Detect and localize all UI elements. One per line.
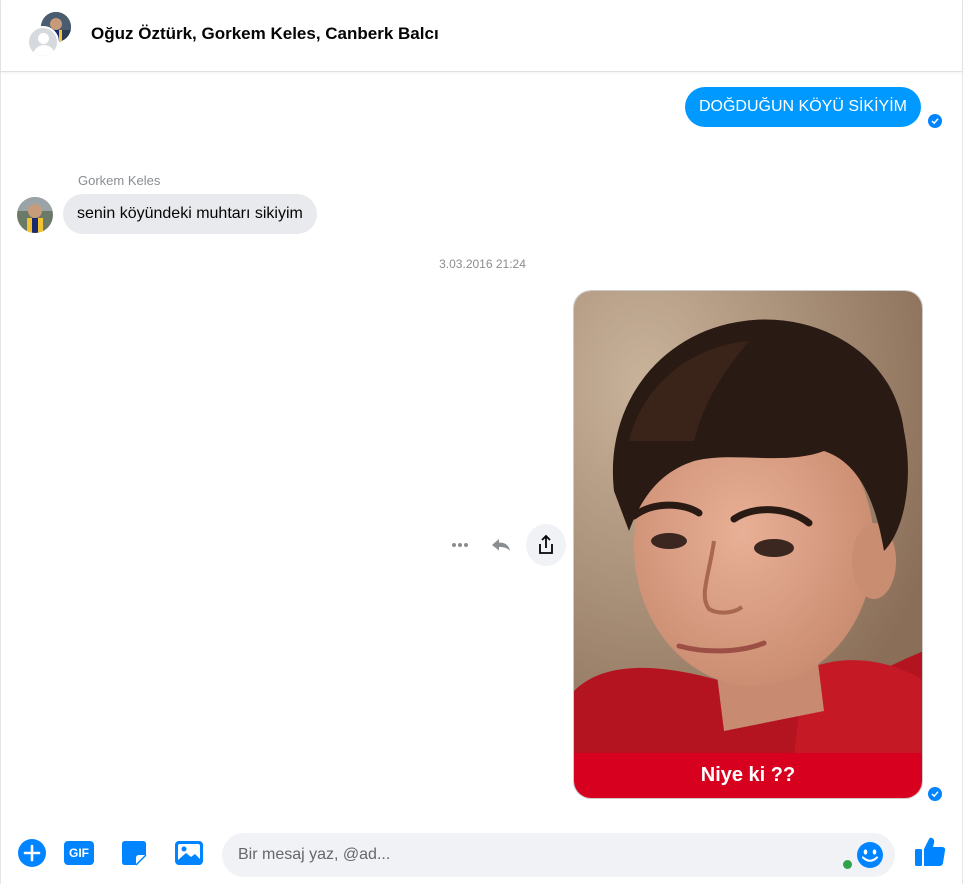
group-avatar[interactable] bbox=[27, 12, 73, 58]
reply-icon[interactable] bbox=[487, 532, 515, 558]
sender-avatar[interactable] bbox=[17, 197, 53, 233]
message-input-container bbox=[222, 833, 895, 877]
like-icon[interactable] bbox=[912, 834, 948, 870]
more-icon[interactable] bbox=[445, 536, 473, 554]
outgoing-message-bubble[interactable]: DOĞDUĞUN KÖYÜ SİKİYİM bbox=[684, 87, 921, 127]
seen-check-icon bbox=[928, 114, 942, 128]
conversation-header: Oğuz Öztürk, Gorkem Keles, Canberk Balcı bbox=[1, 0, 962, 72]
sender-name: Gorkem Keles bbox=[78, 173, 161, 188]
seen-check-icon bbox=[928, 787, 942, 801]
image-caption: Niye ki ?? bbox=[574, 753, 922, 798]
photo-icon[interactable] bbox=[172, 836, 206, 870]
conversation-title[interactable]: Oğuz Öztürk, Gorkem Keles, Canberk Balcı bbox=[91, 24, 439, 44]
gif-label: GIF bbox=[69, 846, 89, 860]
image-attachment[interactable]: Niye ki ?? bbox=[573, 290, 923, 799]
share-icon[interactable] bbox=[526, 524, 566, 566]
messenger-window: Oğuz Öztürk, Gorkem Keles, Canberk Balcı… bbox=[0, 0, 963, 884]
add-icon[interactable] bbox=[15, 836, 49, 870]
message-timestamp: 3.03.2016 21:24 bbox=[439, 257, 526, 271]
emoji-icon[interactable] bbox=[855, 840, 885, 870]
gif-icon[interactable]: GIF bbox=[62, 836, 96, 870]
sticker-icon[interactable] bbox=[117, 836, 151, 870]
incoming-message-bubble[interactable]: senin köyündeki muhtarı sikiyim bbox=[63, 194, 317, 234]
default-avatar-icon bbox=[27, 26, 59, 58]
online-status-dot bbox=[843, 860, 852, 869]
message-input[interactable] bbox=[238, 833, 838, 877]
message-composer: GIF bbox=[1, 826, 962, 884]
